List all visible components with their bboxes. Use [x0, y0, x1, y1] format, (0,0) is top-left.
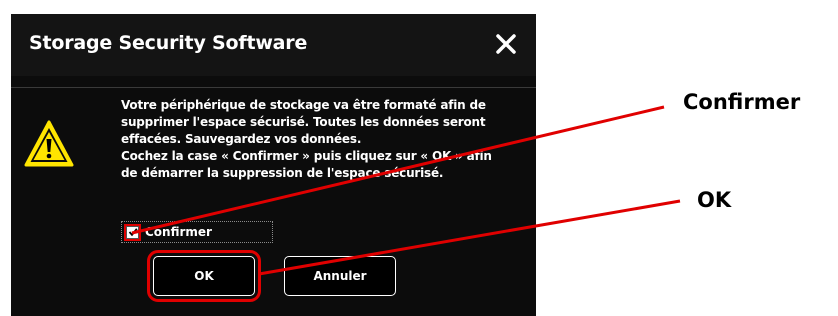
ok-button[interactable]: OK	[147, 250, 261, 302]
message-line: Votre périphérique de stockage va être f…	[121, 98, 486, 112]
message-line: Cochez la case « Confirmer » puis clique…	[121, 149, 492, 163]
dialog-title: Storage Security Software	[29, 32, 308, 54]
close-icon	[496, 34, 516, 54]
confirm-annotation-label: Confirmer	[683, 90, 801, 114]
stage: Storage Security Software Votre périphér…	[0, 0, 838, 316]
dialog-message: Votre périphérique de stockage va être f…	[121, 97, 526, 182]
warning-icon	[24, 120, 74, 167]
dialog-window: Storage Security Software Votre périphér…	[11, 14, 536, 316]
cancel-button[interactable]: Annuler	[284, 256, 396, 296]
title-bar: Storage Security Software	[11, 14, 536, 76]
message-line: de démarrer la suppression de l'espace s…	[121, 166, 444, 180]
message-line: effacées. Sauvegardez vos données.	[121, 132, 362, 146]
ok-annotation-label: OK	[697, 188, 732, 212]
checkmark-icon	[128, 228, 138, 237]
confirm-checkbox[interactable]	[126, 225, 139, 239]
title-separator	[11, 87, 536, 88]
confirm-checkbox-row[interactable]: Confirmer	[121, 221, 273, 243]
close-button[interactable]	[490, 28, 522, 60]
message-line: supprimer l'espace sécurisé. Toutes les …	[121, 115, 486, 129]
confirm-checkbox-label: Confirmer	[145, 225, 212, 239]
